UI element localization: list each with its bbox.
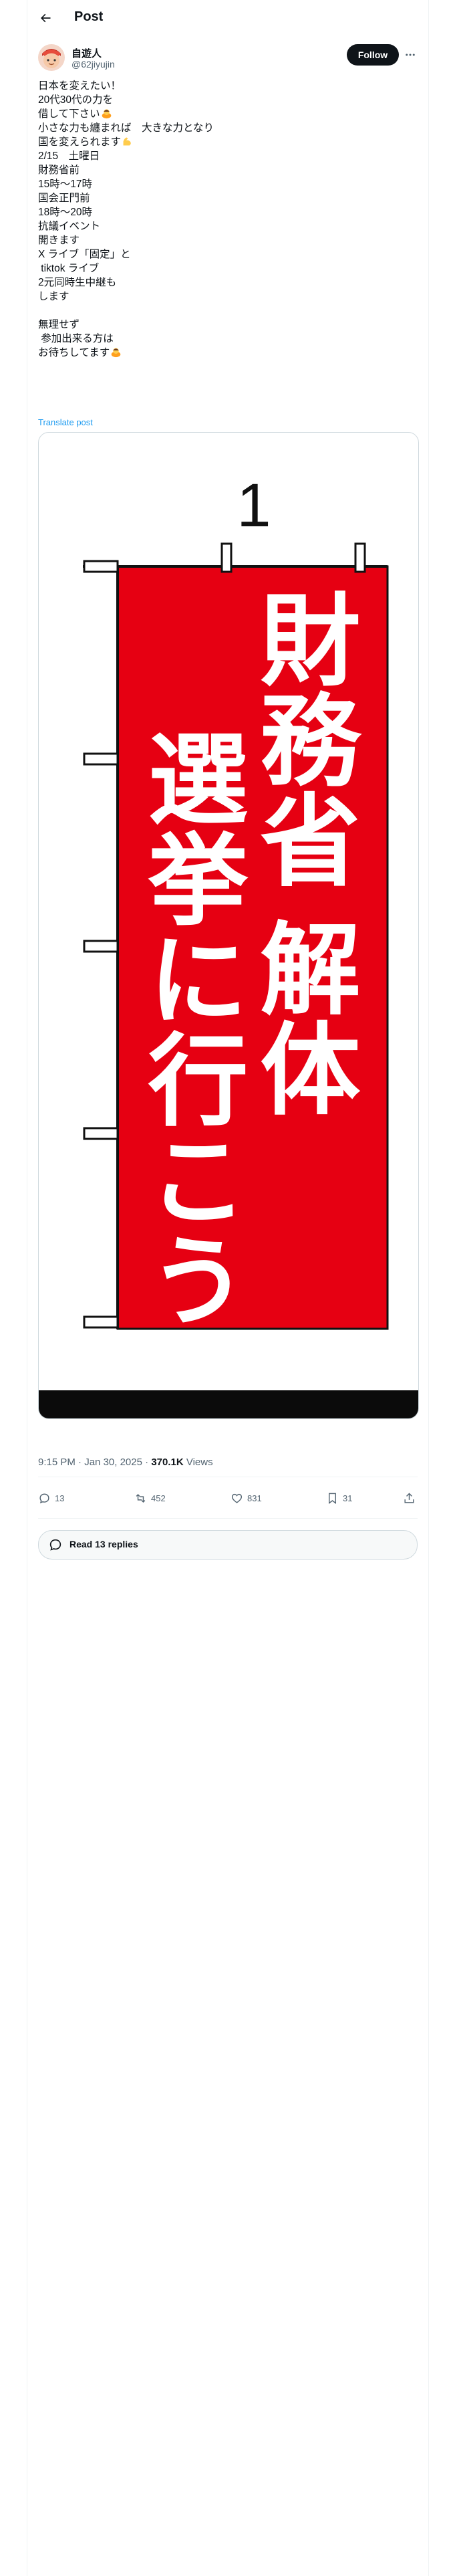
tweet-line: お待ちしてます — [38, 346, 412, 360]
repost-icon — [136, 1493, 146, 1503]
tweet-line: 借して下さい — [38, 107, 412, 121]
nobori-flag-image: 1 財務省 解体 選挙に行こう — [83, 471, 389, 1330]
tweet-line: 小さな力も纏まれば 大きな力となり — [38, 122, 214, 134]
flag-text-left: 選挙に行こう — [134, 727, 248, 1329]
reply-count: 13 — [55, 1493, 65, 1503]
tweet-line: 2/15 土曜日 — [38, 150, 100, 162]
like-count: 831 — [247, 1493, 262, 1503]
back-button[interactable] — [35, 8, 55, 28]
follow-button[interactable]: Follow — [347, 44, 399, 66]
bowing-person-emoji — [102, 109, 111, 119]
post-time[interactable]: 9:15 PM — [38, 1457, 76, 1468]
reply-button[interactable]: 13 — [38, 1485, 64, 1511]
tweet-image[interactable]: 1 財務省 解体 選挙に行こう — [38, 432, 419, 1419]
tweet-line: します — [38, 291, 69, 302]
post-date[interactable]: Jan 30, 2025 — [84, 1457, 142, 1468]
tweet-text: 日本を変えたい！ 20代30代の力を 借して下さい 小さな力も纏まれば 大きな力… — [38, 79, 412, 360]
tweet-line: 2元同時生中継も — [38, 277, 117, 288]
heart-icon — [231, 1493, 243, 1503]
reply-icon — [49, 1539, 61, 1551]
share-icon — [404, 1492, 414, 1503]
bookmark-button[interactable]: 31 — [326, 1485, 352, 1511]
tweet-line: X ライブ「固定」と — [38, 249, 131, 260]
more-icon — [406, 53, 415, 56]
tweet-line: tiktok ライブ — [38, 263, 100, 274]
translate-post-link[interactable]: Translate post — [38, 417, 93, 427]
share-button[interactable] — [403, 1485, 420, 1511]
more-options-button[interactable] — [403, 47, 418, 62]
tweet-line: 国を変えられます — [38, 135, 412, 149]
flag-number: 1 — [237, 471, 271, 540]
divider — [38, 1518, 418, 1519]
bookmark-icon — [329, 1493, 336, 1504]
tweet-line: 20代30代の力を — [38, 94, 113, 106]
flexed-biceps-emoji — [123, 137, 131, 146]
views-label: Views — [186, 1457, 213, 1468]
top-bar: Post — [27, 0, 428, 35]
repost-count: 452 — [151, 1493, 166, 1503]
tweet-line: 18時〜20時 — [38, 207, 92, 218]
tweet-line: 参加出来る方は — [38, 333, 114, 344]
views-count: 370.1K — [151, 1457, 184, 1468]
bowing-person-emoji — [111, 348, 121, 358]
tweet-line: 日本を変えたい！ — [38, 80, 122, 92]
image-bottom-bar — [39, 1390, 418, 1418]
tweet-line: 開きます — [38, 235, 80, 246]
post-meta: 9:15 PM · Jan 30, 2025 · 370.1K Views — [38, 1457, 213, 1468]
tweet-line: 無理せず — [38, 319, 80, 330]
flag-text-right: 財務省 解体 — [246, 588, 360, 1117]
repost-button[interactable]: 452 — [134, 1485, 166, 1511]
read-replies-label: Read 13 replies — [69, 1539, 138, 1549]
reply-icon — [39, 1493, 49, 1503]
action-bar: 13 452 831 31 — [38, 1485, 418, 1511]
back-arrow-icon — [41, 13, 51, 23]
like-button[interactable]: 831 — [231, 1485, 262, 1511]
tweet-line — [38, 304, 412, 318]
author-name[interactable]: 自遊人 — [71, 46, 102, 60]
tweet-line: 財務省前 — [38, 165, 80, 176]
avatar[interactable] — [38, 44, 65, 71]
tweet-line: 15時〜17時 — [38, 179, 92, 190]
bookmark-count: 31 — [343, 1493, 353, 1503]
tweet-line: 抗議イベント — [38, 221, 101, 232]
author-handle[interactable]: @62jiyujin — [71, 59, 115, 70]
author-row: 自遊人 @62jiyujin Follow — [38, 44, 418, 74]
main-column: Post 自遊人 @62jiyujin Follow 日本を変えたい！ 20代3… — [27, 0, 429, 2576]
page-title: Post — [74, 9, 104, 24]
tweet-line: 国会正門前 — [38, 193, 90, 204]
read-replies-button[interactable]: Read 13 replies — [38, 1530, 418, 1560]
